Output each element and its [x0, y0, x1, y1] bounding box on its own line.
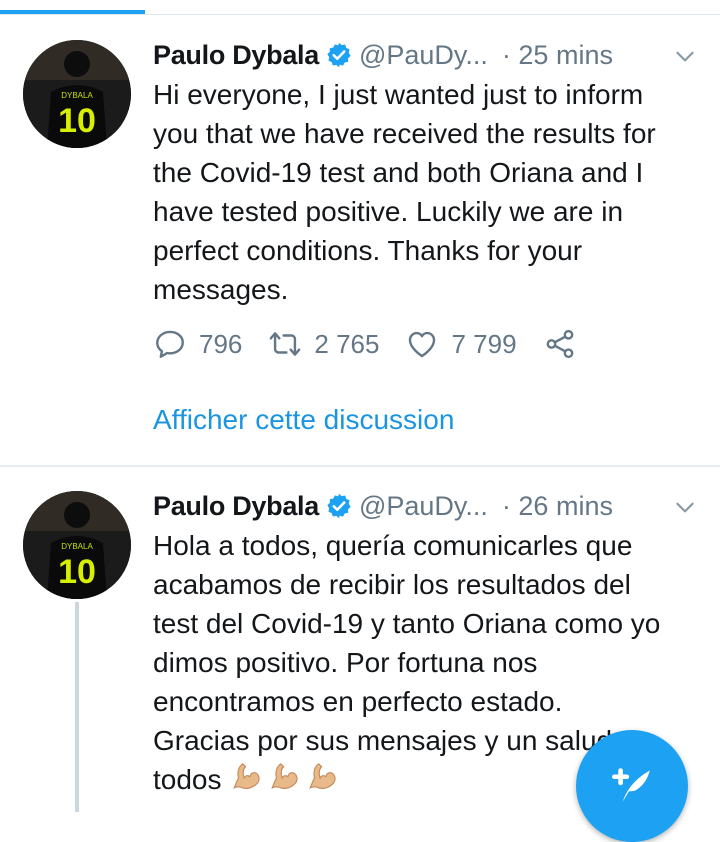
svg-text:10: 10 — [58, 553, 96, 591]
reply-icon — [156, 330, 184, 358]
verified-badge-icon — [327, 493, 351, 519]
chevron-down-icon[interactable] — [672, 494, 698, 520]
reply-count: 796 — [199, 328, 243, 359]
timestamp[interactable]: · 25 mins — [502, 40, 613, 71]
svg-text:DYBALA: DYBALA — [61, 542, 93, 551]
tweet-header: Paulo Dybala @PauDy... · 26 mins — [153, 488, 698, 524]
avatar-image: DYBALA 10 — [23, 40, 131, 148]
share-button[interactable] — [543, 327, 577, 361]
verified-badge-icon — [327, 42, 351, 68]
svg-text:10: 10 — [58, 102, 96, 140]
compose-tweet-button[interactable] — [576, 730, 688, 842]
display-name[interactable]: Paulo Dybala — [153, 491, 319, 522]
avatar[interactable]: DYBALA 10 — [23, 40, 131, 148]
show-thread-link[interactable]: Afficher cette discussion — [153, 404, 454, 436]
tweet-header: Paulo Dybala @PauDy... · 25 mins — [153, 37, 698, 73]
handle[interactable]: @PauDy... — [359, 491, 488, 522]
tweet-actions: 796 2 765 7 799 — [153, 324, 623, 364]
timestamp[interactable]: · 26 mins — [502, 491, 613, 522]
flexed-biceps-icon — [270, 763, 298, 790]
chevron-down-icon[interactable] — [672, 43, 698, 69]
tweet-text: Hi everyone, I just wanted just to infor… — [153, 79, 656, 305]
display-name[interactable]: Paulo Dybala — [153, 40, 319, 71]
like-count: 7 799 — [451, 328, 517, 359]
flexed-biceps-icon — [308, 763, 336, 790]
flexed-biceps-icon — [232, 763, 260, 790]
tweet[interactable]: DYBALA 10 Paulo Dybala @PauDy... · 25 mi… — [0, 15, 720, 465]
handle[interactable]: @PauDy... — [359, 40, 488, 71]
thread-connector-line — [75, 602, 79, 812]
avatar[interactable]: DYBALA 10 — [23, 491, 131, 599]
retweet-count: 2 765 — [314, 328, 380, 359]
retweet-icon — [270, 332, 301, 356]
share-icon — [546, 329, 573, 359]
like-button[interactable]: 7 799 — [405, 327, 517, 361]
flexed-biceps-emoji-group: 💪💪💪 — [230, 761, 344, 795]
svg-text:DYBALA: DYBALA — [61, 91, 93, 100]
heart-icon — [409, 331, 436, 358]
compose-tweet-icon — [612, 768, 650, 802]
reply-button[interactable]: 796 — [153, 327, 242, 361]
retweet-button[interactable]: 2 765 — [268, 327, 379, 361]
avatar-image: DYBALA 10 — [23, 491, 131, 599]
